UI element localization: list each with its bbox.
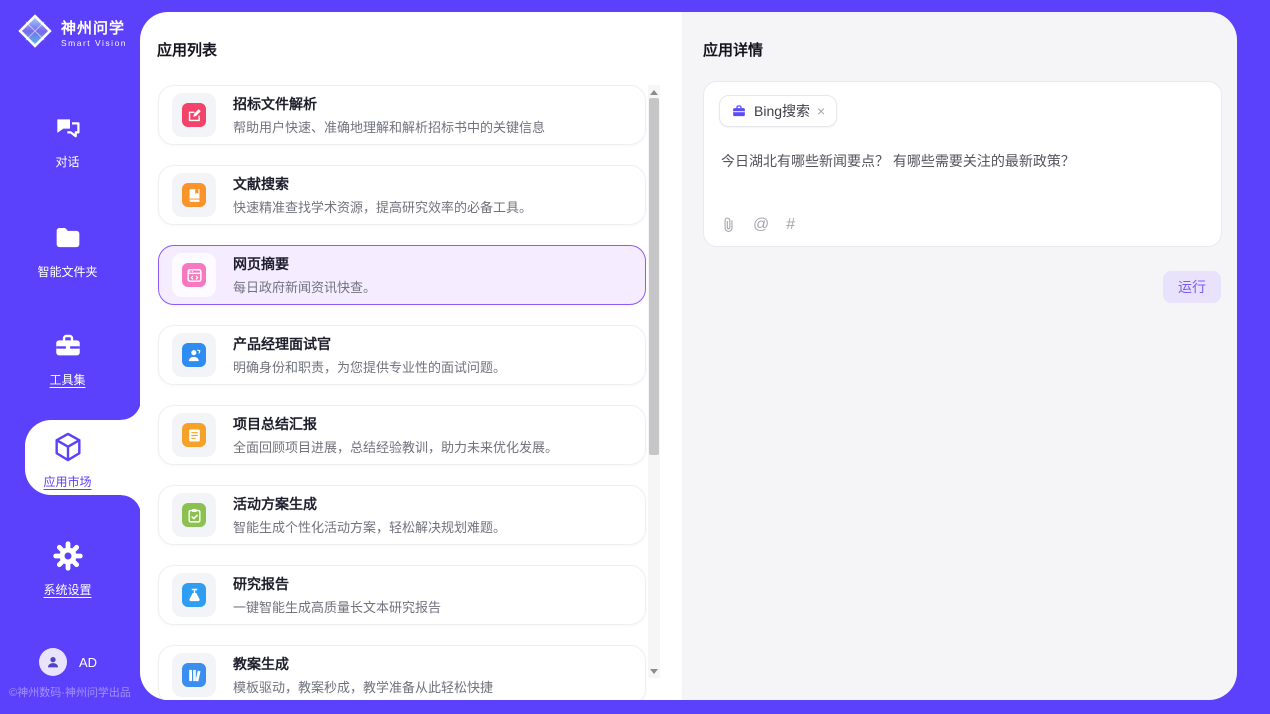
app-description: 全面回顾项目进展，总结经验教训，助力未来优化发展。 [233, 437, 558, 456]
logo-subtitle: Smart Vision [61, 38, 127, 48]
pen-icon [182, 103, 206, 127]
list-scrollbar[interactable] [648, 85, 660, 678]
app-description: 帮助用户快速、准确地理解和解析招标书中的关键信息 [233, 117, 545, 136]
logo-title: 神州问学 [61, 20, 125, 37]
icon-box [172, 493, 216, 537]
sidebar-item-app-market[interactable]: 应用市场 [0, 430, 135, 490]
list-item-pm-interviewer[interactable]: 产品经理面试官 明确身份和职责，为您提供专业性的面试问题。 [158, 325, 646, 385]
sidebar-item-label: 应用市场 [0, 473, 135, 490]
tool-chip-bing-search[interactable]: Bing搜索 × [719, 95, 837, 127]
sidebar: 神州问学 Smart Vision 对话 智能文件夹 [0, 0, 140, 714]
chat-icon [52, 112, 84, 149]
app-name: 教案生成 [233, 655, 493, 673]
app-name: 招标文件解析 [233, 95, 545, 113]
app-name: 网页摘要 [233, 255, 376, 273]
tab-fillet-top [121, 400, 141, 420]
list-item-research-report[interactable]: 研究报告 一键智能生成高质量长文本研究报告 [158, 565, 646, 625]
close-icon[interactable]: × [817, 104, 825, 118]
list-item-bid-document-parse[interactable]: 招标文件解析 帮助用户快速、准确地理解和解析招标书中的关键信息 [158, 85, 646, 145]
list-item-literature-search[interactable]: 文献搜索 快速精准查找学术资源，提高研究效率的必备工具。 [158, 165, 646, 225]
sidebar-item-settings[interactable]: 系统设置 [0, 540, 135, 598]
app-logo: 神州问学 Smart Vision [16, 12, 127, 55]
report-note-icon [182, 423, 206, 447]
clipboard-check-icon [182, 503, 206, 527]
app-name: 活动方案生成 [233, 495, 506, 513]
research-icon [182, 583, 206, 607]
app-list-panel: 应用列表 招标文件解析 帮助用户快速、准确地理解和解析招标书中的关键信息 [140, 12, 682, 700]
scroll-up-arrow-icon[interactable] [648, 85, 660, 99]
app-description: 明确身份和职责，为您提供专业性的面试问题。 [233, 357, 506, 376]
list-item-project-summary[interactable]: 项目总结汇报 全面回顾项目进展，总结经验教训，助力未来优化发展。 [158, 405, 646, 465]
app-detail-title: 应用详情 [703, 39, 763, 60]
icon-box [172, 653, 216, 697]
sidebar-item-smart-folders[interactable]: 智能文件夹 [0, 222, 135, 280]
icon-box [172, 93, 216, 137]
app-description: 每日政府新闻资讯快查。 [233, 277, 376, 296]
app-description: 模板驱动，教案秒成，教学准备从此轻松快捷 [233, 677, 493, 696]
book-icon [182, 183, 206, 207]
app-name: 文献搜索 [233, 175, 532, 193]
app-description: 快速精准查找学术资源，提高研究效率的必备工具。 [233, 197, 532, 216]
interviewer-icon [182, 343, 206, 367]
app-name: 项目总结汇报 [233, 415, 558, 433]
app-description: 智能生成个性化活动方案，轻松解决规划难题。 [233, 517, 506, 536]
at-icon[interactable]: @ [753, 217, 769, 233]
briefcase-icon [731, 103, 747, 119]
tab-fillet-bottom [121, 495, 141, 515]
app-name: 研究报告 [233, 575, 441, 593]
list-item-event-plan[interactable]: 活动方案生成 智能生成个性化活动方案，轻松解决规划难题。 [158, 485, 646, 545]
icon-box [172, 253, 216, 297]
scrollbar-thumb[interactable] [649, 98, 659, 455]
toolbox-icon [52, 330, 84, 367]
prompt-card[interactable]: Bing搜索 × 今日湖北有哪些新闻要点？ 有哪些需要关注的最新政策？ @ # [703, 81, 1222, 247]
app-description: 一键智能生成高质量长文本研究报告 [233, 597, 441, 616]
folder-icon [52, 222, 84, 259]
tool-chip-label: Bing搜索 [754, 101, 810, 121]
list-item-webpage-summary[interactable]: 网页摘要 每日政府新闻资讯快查。 [158, 245, 646, 305]
gear-icon [52, 540, 84, 577]
sidebar-item-toolset[interactable]: 工具集 [0, 330, 135, 388]
user-name: AD [79, 655, 97, 670]
sidebar-item-label: 对话 [0, 153, 135, 170]
books-icon [182, 663, 206, 687]
avatar [39, 648, 67, 676]
prompt-input[interactable]: 今日湖北有哪些新闻要点？ 有哪些需要关注的最新政策？ [721, 151, 1075, 171]
icon-box [172, 413, 216, 457]
copyright-footer: ©神州数码·神州问学出品 [0, 684, 140, 700]
app-detail-panel: 应用详情 Bing搜索 × 今日湖北有哪些新闻要点？ 有哪些需要关注的最新政策？ [682, 12, 1237, 700]
app-list: 招标文件解析 帮助用户快速、准确地理解和解析招标书中的关键信息 文献搜索 [158, 85, 646, 700]
list-item-lesson-plan[interactable]: 教案生成 模板驱动，教案秒成，教学准备从此轻松快捷 [158, 645, 646, 700]
icon-box [172, 333, 216, 377]
sidebar-item-chat[interactable]: 对话 [0, 112, 135, 170]
icon-box [172, 573, 216, 617]
run-button[interactable]: 运行 [1163, 271, 1221, 303]
scroll-down-arrow-icon[interactable] [648, 664, 660, 678]
sidebar-item-label: 智能文件夹 [0, 263, 135, 280]
attachment-toolbar: @ # [721, 216, 795, 233]
user-account[interactable]: AD [39, 648, 97, 676]
app-list-title: 应用列表 [157, 39, 217, 60]
paperclip-icon[interactable] [721, 216, 736, 233]
hash-icon[interactable]: # [786, 217, 795, 233]
cube-icon [51, 430, 85, 469]
content-frame: 应用列表 招标文件解析 帮助用户快速、准确地理解和解析招标书中的关键信息 [140, 12, 1237, 700]
sidebar-item-label: 系统设置 [0, 581, 135, 598]
logo-diamond-icon [16, 12, 54, 55]
webpage-icon [182, 263, 206, 287]
app-name: 产品经理面试官 [233, 335, 506, 353]
icon-box [172, 173, 216, 217]
sidebar-item-label: 工具集 [0, 371, 135, 388]
